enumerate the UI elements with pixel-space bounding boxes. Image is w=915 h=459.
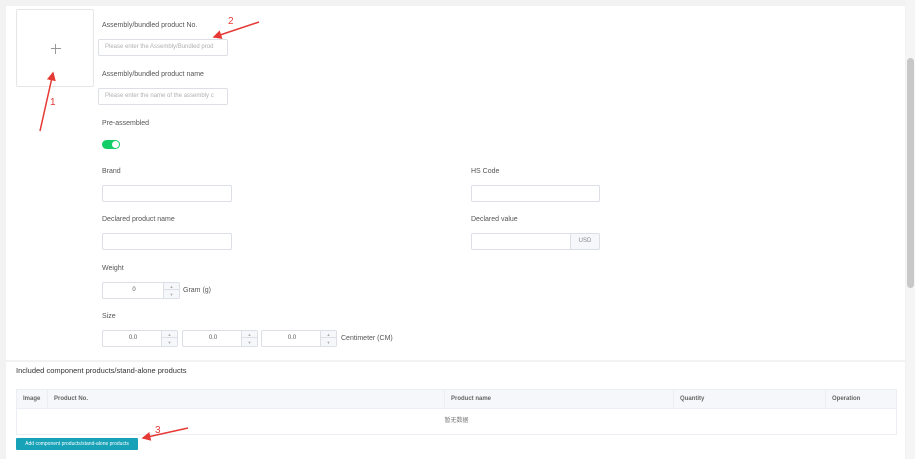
size-label: Size <box>102 313 116 320</box>
scroll-thumb[interactable] <box>907 58 914 288</box>
length-value[interactable]: 0.0 <box>103 331 163 346</box>
assembly-name-input[interactable]: Please enter the name of the assembly c <box>98 88 228 105</box>
product-form-card <box>6 6 905 360</box>
pre-assembled-label: Pre-assembled <box>102 120 150 127</box>
plus-icon <box>51 48 61 49</box>
increase-icon[interactable]: ▲ <box>164 283 179 290</box>
add-component-button[interactable]: Add component products/stand-alone produ… <box>16 438 138 450</box>
declared-name-label: Declared product name <box>102 216 175 223</box>
height-stepper[interactable]: 0.0 ▲ ▼ <box>261 330 337 347</box>
height-value[interactable]: 0.0 <box>262 331 322 346</box>
weight-stepper-controls: ▲ ▼ <box>163 283 179 298</box>
decrease-icon[interactable]: ▼ <box>162 339 177 346</box>
toggle-knob <box>112 141 119 148</box>
weight-value[interactable]: 0 <box>103 283 165 298</box>
brand-input[interactable] <box>102 185 232 202</box>
assembly-no-input[interactable]: Please enter the Assembly/Bundled prod <box>98 39 228 56</box>
pre-assembled-toggle[interactable] <box>102 140 120 149</box>
length-stepper-controls: ▲ ▼ <box>161 331 177 346</box>
image-upload-box[interactable] <box>16 9 94 87</box>
decrease-icon[interactable]: ▼ <box>164 291 179 298</box>
col-product-name: Product name <box>445 390 674 409</box>
scrollbar[interactable] <box>906 0 915 459</box>
height-stepper-controls: ▲ ▼ <box>320 331 336 346</box>
hs-code-input[interactable] <box>471 185 600 202</box>
decrease-icon[interactable]: ▼ <box>321 339 336 346</box>
decrease-icon[interactable]: ▼ <box>242 339 257 346</box>
col-quantity: Quantity <box>674 390 826 409</box>
declared-value-label: Declared value <box>471 216 518 223</box>
col-image: Image <box>17 390 48 409</box>
page: Assembly/bundled product No. Please ente… <box>0 0 915 459</box>
weight-unit: Gram (g) <box>183 287 211 294</box>
width-stepper-controls: ▲ ▼ <box>241 331 257 346</box>
annotation-number-2: 2 <box>228 16 234 27</box>
components-title: Included component products/stand-alone … <box>16 366 187 375</box>
table-header: Image Product No. Product name Quantity … <box>17 390 896 409</box>
hs-code-label: HS Code <box>471 168 500 175</box>
components-table: Image Product No. Product name Quantity … <box>16 389 897 435</box>
increase-icon[interactable]: ▲ <box>162 331 177 338</box>
brand-label: Brand <box>102 168 121 175</box>
increase-icon[interactable]: ▲ <box>321 331 336 338</box>
assembly-name-label: Assembly/bundled product name <box>102 71 204 78</box>
col-product-no: Product No. <box>48 390 445 409</box>
col-operation: Operation <box>832 396 861 402</box>
plus-icon-vertical <box>55 44 56 54</box>
annotation-number-3: 3 <box>155 425 161 436</box>
weight-stepper[interactable]: 0 ▲ ▼ <box>102 282 180 299</box>
annotation-number-1: 1 <box>50 97 56 108</box>
size-unit: Centimeter (CM) <box>341 335 393 342</box>
width-stepper[interactable]: 0.0 ▲ ▼ <box>182 330 258 347</box>
empty-text: 暂无数据 <box>444 418 469 424</box>
declared-value-input[interactable] <box>471 233 571 250</box>
assembly-no-label: Assembly/bundled product No. <box>102 22 198 29</box>
increase-icon[interactable]: ▲ <box>242 331 257 338</box>
length-stepper[interactable]: 0.0 ▲ ▼ <box>102 330 178 347</box>
currency-unit: USD <box>570 233 600 250</box>
declared-name-input[interactable] <box>102 233 232 250</box>
weight-label: Weight <box>102 265 124 272</box>
width-value[interactable]: 0.0 <box>183 331 243 346</box>
